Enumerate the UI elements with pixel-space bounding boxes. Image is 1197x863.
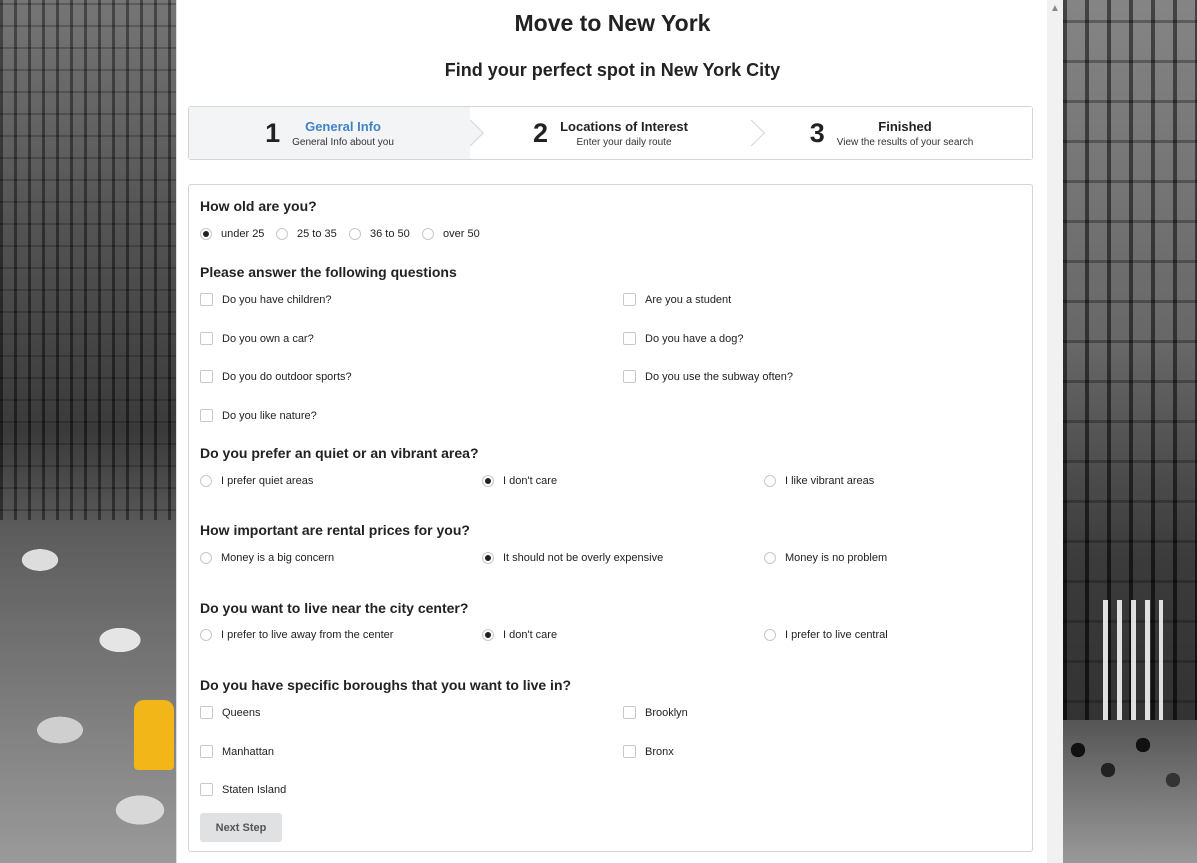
step-finished[interactable]: 3 Finished View the results of your sear… [751, 107, 1032, 159]
step-number: 2 [533, 117, 549, 148]
checkbox-nature[interactable]: Do you like nature? [200, 409, 317, 422]
radio-button[interactable] [764, 552, 776, 564]
background-photo-right [1063, 0, 1197, 863]
step-general-info[interactable]: 1 General Info General Info about you [189, 107, 484, 159]
rent-question: How important are rental prices for you? [200, 522, 470, 538]
radio-button[interactable] [276, 228, 288, 240]
checkbox[interactable] [623, 745, 636, 758]
radio-button[interactable] [422, 228, 434, 240]
step-title: General Info [305, 118, 381, 134]
step-description: View the results of your search [836, 136, 974, 148]
checkbox[interactable] [200, 783, 213, 796]
radio-button[interactable] [482, 629, 494, 641]
radio-button[interactable] [200, 475, 212, 487]
area-question: Do you prefer an quiet or an vibrant are… [200, 445, 479, 461]
checkbox-children[interactable]: Do you have children? [200, 293, 331, 306]
checkbox-manhattan[interactable]: Manhattan [200, 745, 274, 758]
page-subtitle: Find your perfect spot in New York City [444, 60, 781, 80]
age-question: How old are you? [200, 198, 317, 214]
checkbox[interactable] [623, 706, 636, 719]
step-description: General Info about you [292, 136, 394, 148]
radio-button[interactable] [200, 552, 212, 564]
rent-option-no-problem[interactable]: Money is no problem [764, 552, 887, 564]
radio-button[interactable] [482, 475, 494, 487]
radio-button[interactable] [200, 629, 212, 641]
checkbox-outdoor-sports[interactable]: Do you do outdoor sports? [200, 370, 352, 383]
rent-option-big-concern[interactable]: Money is a big concern [200, 552, 334, 564]
radio-button[interactable] [482, 552, 494, 564]
radio-button[interactable] [200, 228, 212, 240]
rent-option-not-expensive[interactable]: It should not be overly expensive [482, 552, 663, 564]
step-description: Enter your daily route [576, 136, 672, 148]
center-option-dont-care[interactable]: I don't care [482, 629, 557, 641]
checkbox[interactable] [623, 332, 636, 345]
background-photo-left [0, 0, 176, 863]
next-step-button[interactable]: Next Step [200, 813, 282, 842]
step-locations-of-interest[interactable]: 2 Locations of Interest Enter your daily… [470, 107, 765, 159]
general-info-form: How old are you? under 25 25 to 35 36 to… [188, 184, 1033, 852]
crowd-image [1063, 720, 1197, 863]
checkbox-staten-island[interactable]: Staten Island [200, 783, 286, 796]
center-option-central[interactable]: I prefer to live central [764, 629, 888, 641]
street-traffic-image [0, 520, 176, 863]
checkbox[interactable] [623, 293, 636, 306]
checkbox-bronx[interactable]: Bronx [623, 745, 674, 758]
age-option-36-to-50[interactable]: 36 to 50 [349, 228, 410, 240]
step-indicator: 1 General Info General Info about you 2 … [188, 106, 1033, 160]
checkbox[interactable] [200, 745, 213, 758]
boroughs-question: Do you have specific boroughs that you w… [200, 677, 572, 693]
taxi-image [134, 700, 174, 770]
scrollbar[interactable]: ▲ [1047, 0, 1063, 863]
area-option-dont-care[interactable]: I don't care [482, 475, 557, 487]
checkbox[interactable] [200, 370, 213, 383]
step-title: Locations of Interest [560, 118, 688, 134]
checkbox[interactable] [623, 370, 636, 383]
scroll-up-arrow-icon[interactable]: ▲ [1047, 0, 1063, 16]
checkbox[interactable] [200, 706, 213, 719]
checkbox[interactable] [200, 332, 213, 345]
checkbox-brooklyn[interactable]: Brooklyn [623, 706, 688, 719]
age-option-under-25[interactable]: under 25 [200, 228, 264, 240]
checkbox[interactable] [200, 409, 213, 422]
checkbox[interactable] [200, 293, 213, 306]
checkbox-subway[interactable]: Do you use the subway often? [623, 370, 793, 383]
radio-button[interactable] [764, 475, 776, 487]
center-question: Do you want to live near the city center… [200, 600, 469, 616]
step-number: 1 [265, 117, 281, 148]
radio-button[interactable] [349, 228, 361, 240]
center-option-away[interactable]: I prefer to live away from the center [200, 629, 393, 641]
area-option-vibrant[interactable]: I like vibrant areas [764, 475, 874, 487]
age-option-over-50[interactable]: over 50 [422, 228, 480, 240]
step-title: Finished [878, 118, 932, 134]
step-number: 3 [809, 117, 825, 148]
checkbox-queens[interactable]: Queens [200, 706, 261, 719]
checkbox-student[interactable]: Are you a student [623, 293, 731, 306]
radio-button[interactable] [764, 629, 776, 641]
age-option-25-to-35[interactable]: 25 to 35 [276, 228, 337, 240]
area-option-quiet[interactable]: I prefer quiet areas [200, 475, 313, 487]
main-panel: Move to New York Find your perfect spot … [176, 0, 1048, 863]
questions-heading: Please answer the following questions [200, 264, 457, 280]
checkbox-dog[interactable]: Do you have a dog? [623, 332, 743, 345]
checkbox-own-car[interactable]: Do you own a car? [200, 332, 314, 345]
page-title: Move to New York [514, 10, 711, 36]
